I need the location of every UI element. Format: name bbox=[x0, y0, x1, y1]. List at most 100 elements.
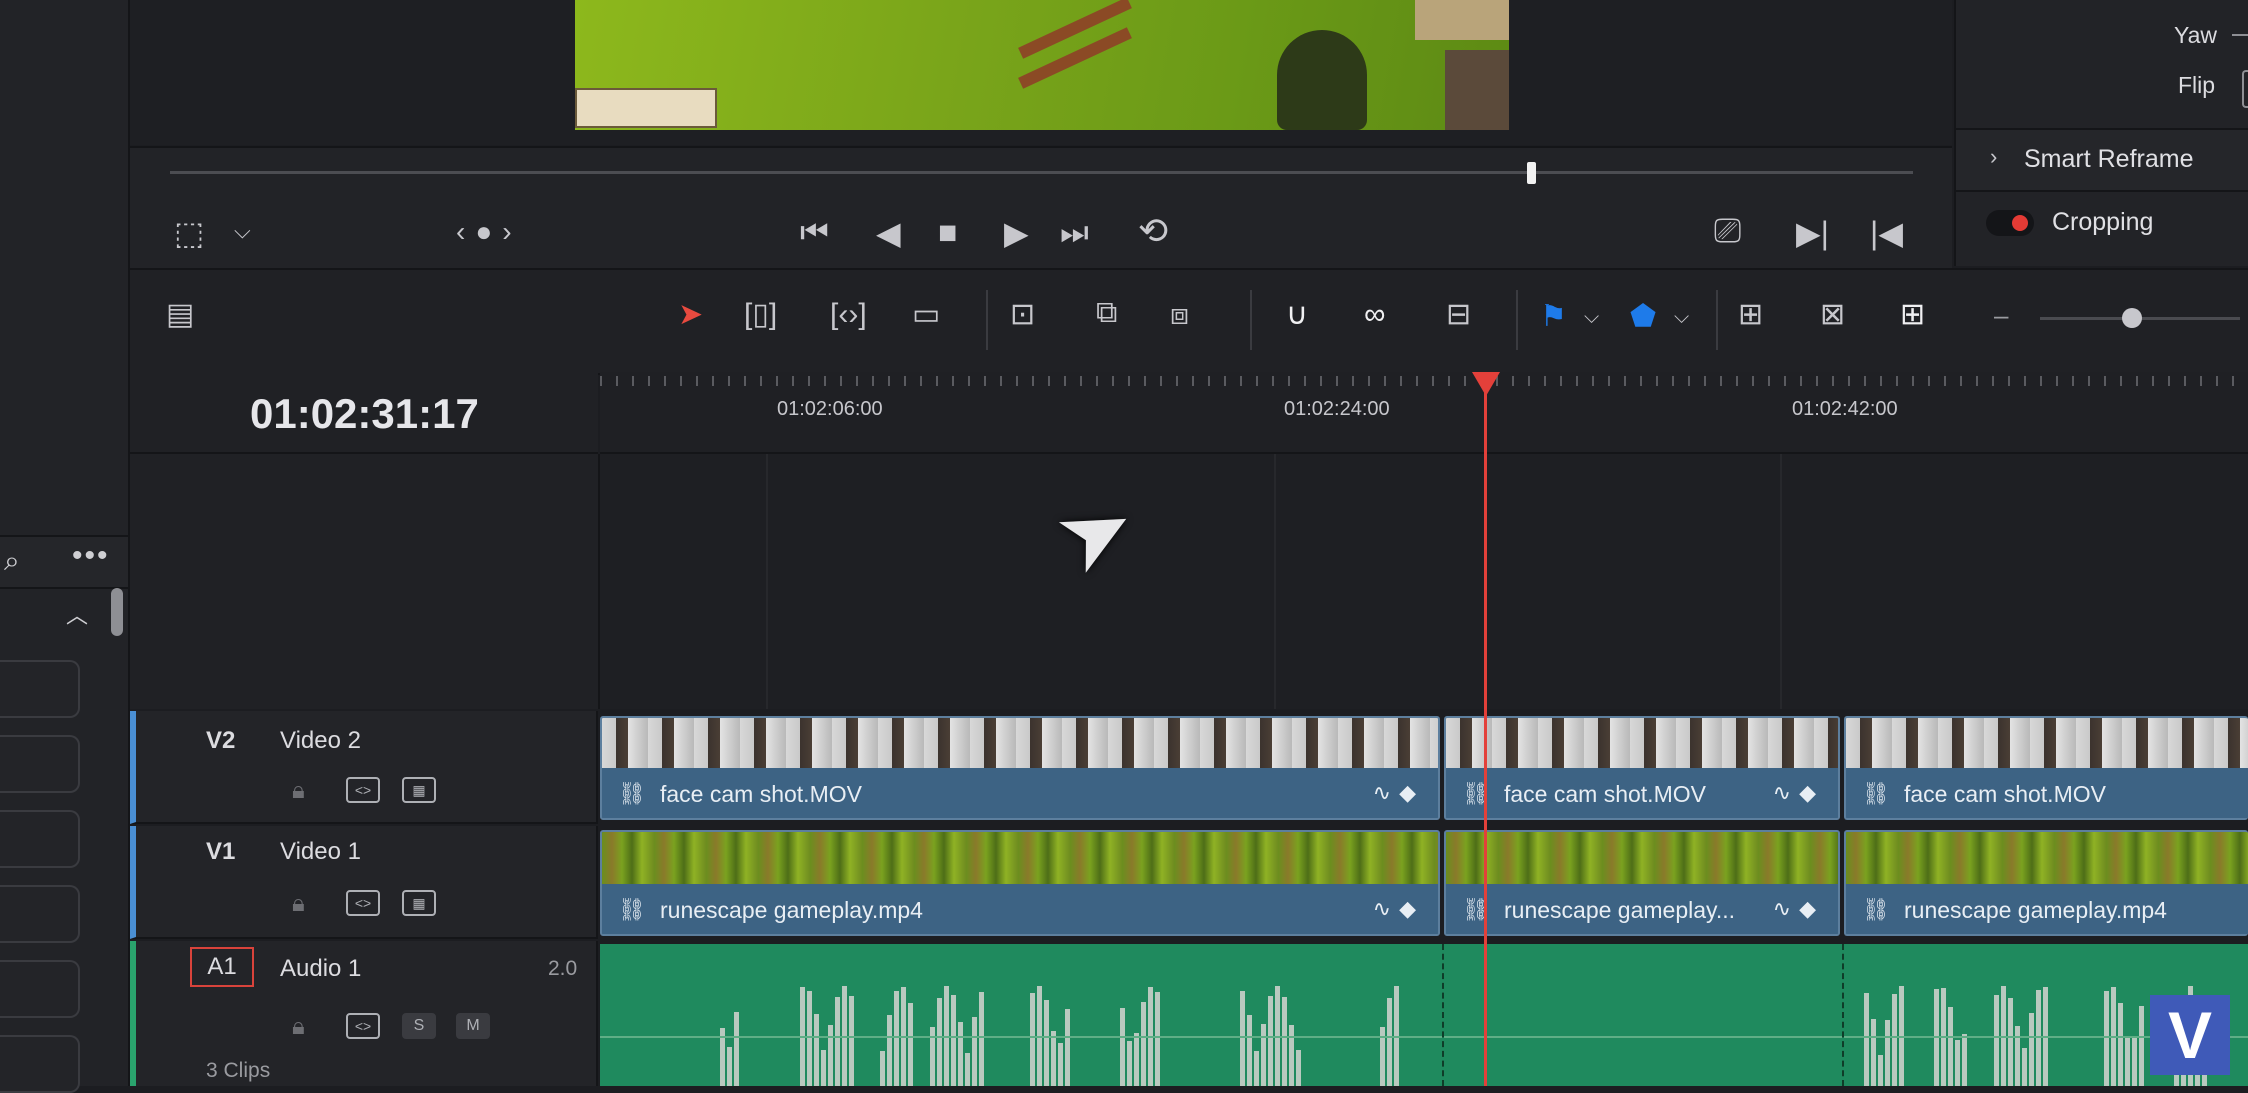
auto-track-select-icon[interactable]: <> bbox=[346, 777, 380, 803]
track-header-a1[interactable]: A1 Audio 1 2.0 🔒︎ <> S M 3 Clips bbox=[130, 941, 598, 1086]
marker-icon[interactable]: ⬟ bbox=[1630, 302, 1656, 332]
previous-next-nav-icon[interactable]: ‹●› bbox=[456, 216, 522, 248]
clip-count: 3 Clips bbox=[206, 1059, 271, 1082]
track-enable-icon[interactable]: ▦ bbox=[402, 890, 436, 916]
waveform-centerline bbox=[600, 1036, 1442, 1038]
stop-icon[interactable]: ■ bbox=[938, 214, 957, 251]
auto-track-select-icon[interactable]: <> bbox=[346, 1013, 380, 1039]
clip-curve-keyframe-icons[interactable]: ∿◆ bbox=[1373, 896, 1424, 922]
audio-clip[interactable] bbox=[1444, 944, 1844, 1086]
bin-item[interactable] bbox=[0, 735, 80, 793]
track-name[interactable]: Video 2 bbox=[280, 727, 361, 755]
timeline-timecode[interactable]: 01:02:31:17 bbox=[250, 390, 479, 438]
video-clip[interactable]: ⛓︎ runescape gameplay.mp4 bbox=[1844, 830, 2248, 936]
bin-item[interactable] bbox=[0, 960, 80, 1018]
chevron-up-icon[interactable]: ︿ bbox=[66, 598, 88, 630]
track-enable-icon[interactable]: ▦ bbox=[402, 777, 436, 803]
video-clip[interactable]: ⛓︎ face cam shot.MOV ∿◆ bbox=[600, 716, 1440, 820]
snapping-icon[interactable]: ∪ bbox=[1286, 300, 1308, 330]
video-clip[interactable]: ⛓︎ face cam shot.MOV bbox=[1844, 716, 2248, 820]
insert-clip-icon[interactable]: ⊡ bbox=[1010, 300, 1035, 330]
video-clip[interactable]: ⛓︎ runescape gameplay... ∿◆ bbox=[1444, 830, 1840, 936]
zoom-out-icon[interactable]: – bbox=[1994, 300, 2008, 331]
timeline-view-options-icon[interactable]: ▤ bbox=[166, 300, 194, 330]
clip-curve-keyframe-icons[interactable]: ∿◆ bbox=[1373, 780, 1424, 806]
waveform-centerline bbox=[1444, 1036, 1842, 1038]
track-name[interactable]: Video 1 bbox=[280, 838, 361, 866]
chevron-down-icon[interactable]: ⌵ bbox=[234, 218, 251, 244]
waveform-bar bbox=[1058, 1043, 1063, 1086]
playhead[interactable] bbox=[1484, 372, 1487, 1086]
track-header-empty-area bbox=[130, 454, 600, 709]
audio-clip[interactable] bbox=[600, 944, 1444, 1086]
play-reverse-icon[interactable]: ◀ bbox=[876, 214, 901, 252]
clip-name: runescape gameplay.mp4 bbox=[1904, 897, 2167, 923]
waveform-bar bbox=[1282, 996, 1287, 1086]
custom-zoom-icon[interactable]: ⊞ bbox=[1900, 300, 1925, 330]
waveform-bar bbox=[1155, 992, 1160, 1086]
waveform-bar bbox=[1141, 1001, 1146, 1086]
cropping-toggle[interactable] bbox=[1986, 210, 2034, 236]
waveform-bar bbox=[887, 1015, 892, 1086]
cropping-label: Cropping bbox=[2052, 208, 2154, 236]
clip-curve-keyframe-icons[interactable]: ∿◆ bbox=[1773, 896, 1824, 922]
solo-button[interactable]: S bbox=[402, 1013, 436, 1039]
track-header-v2[interactable]: V2 Video 2 🔒︎ <> ▦ bbox=[130, 711, 598, 824]
cropping-section[interactable]: Cropping bbox=[1956, 190, 2248, 254]
scrollbar[interactable] bbox=[111, 588, 123, 636]
viewer-scrubber[interactable] bbox=[170, 171, 1913, 174]
zoom-slider-handle[interactable] bbox=[2122, 308, 2142, 328]
replace-clip-icon[interactable]: ⧈ bbox=[1170, 300, 1189, 330]
bin-item[interactable] bbox=[0, 1035, 80, 1093]
playhead-handle[interactable] bbox=[1472, 372, 1500, 396]
bin-item[interactable] bbox=[0, 885, 80, 943]
chevron-down-icon[interactable]: ⌵ bbox=[1584, 306, 1599, 329]
position-lock-icon[interactable]: ⊟ bbox=[1446, 300, 1471, 330]
overwrite-clip-icon[interactable]: ⧉ bbox=[1096, 298, 1117, 328]
play-icon[interactable]: ▶ bbox=[1004, 214, 1029, 252]
more-options-icon[interactable]: ••• bbox=[72, 539, 110, 573]
trim-edit-icon[interactable]: [▯] bbox=[744, 300, 777, 330]
waveform-bar bbox=[1268, 996, 1273, 1086]
skip-to-start-icon[interactable]: ⏮ bbox=[800, 214, 829, 252]
flag-icon[interactable]: ⚑ bbox=[1540, 302, 1567, 332]
waveform-bar bbox=[1387, 997, 1392, 1086]
previous-edit-icon[interactable]: |◀ bbox=[1870, 214, 1903, 252]
game-chatbox bbox=[575, 88, 717, 128]
auto-track-select-icon[interactable]: <> bbox=[346, 890, 380, 916]
mute-button[interactable]: M bbox=[456, 1013, 490, 1039]
track-name[interactable]: Audio 1 bbox=[280, 955, 361, 983]
toolbar-separator bbox=[1516, 290, 1518, 350]
transform-icon[interactable]: ⬚ bbox=[174, 214, 204, 252]
chevron-down-icon[interactable]: ⌵ bbox=[1674, 306, 1689, 329]
track-id[interactable]: A1 bbox=[190, 947, 254, 987]
skip-to-end-icon[interactable]: ⏭ bbox=[1060, 214, 1089, 252]
scrubber-handle[interactable] bbox=[1527, 162, 1536, 184]
loop-icon[interactable]: ⟲ bbox=[1138, 210, 1168, 252]
dynamic-trim-icon[interactable]: [‹›] bbox=[830, 300, 867, 330]
selection-tool-icon[interactable]: ➤ bbox=[678, 300, 703, 330]
smart-reframe-section[interactable]: › Smart Reframe bbox=[1956, 128, 2248, 192]
clip-curve-keyframe-icons[interactable]: ∿◆ bbox=[1773, 780, 1824, 806]
lock-icon[interactable]: 🔒︎ bbox=[292, 1013, 305, 1041]
flip-toggle[interactable] bbox=[2242, 70, 2248, 108]
lock-icon[interactable]: 🔒︎ bbox=[292, 890, 305, 918]
linked-selection-icon[interactable]: ∞ bbox=[1364, 300, 1385, 330]
yaw-slider[interactable] bbox=[2232, 34, 2248, 36]
waveform-bar bbox=[951, 994, 956, 1086]
waveform-bar bbox=[2139, 1005, 2144, 1086]
bin-item[interactable] bbox=[0, 810, 80, 868]
match-frame-icon[interactable]: ⎚ bbox=[1714, 212, 1741, 251]
detail-zoom-icon[interactable]: ⊠ bbox=[1820, 300, 1845, 330]
video-clip[interactable]: ⛓︎ runescape gameplay.mp4 ∿◆ bbox=[600, 830, 1440, 936]
track-header-v1[interactable]: V1 Video 1 🔒︎ <> ▦ bbox=[130, 826, 598, 939]
clip-name: face cam shot.MOV bbox=[1504, 781, 1706, 807]
lock-icon[interactable]: 🔒︎ bbox=[292, 777, 305, 805]
next-edit-icon[interactable]: ▶| bbox=[1796, 214, 1829, 252]
bin-item[interactable] bbox=[0, 660, 80, 718]
video-clip[interactable]: ⛓︎ face cam shot.MOV ∿◆ bbox=[1444, 716, 1840, 820]
timeline-empty-track-area[interactable] bbox=[600, 454, 2248, 709]
search-icon[interactable]: ⌕ bbox=[4, 545, 20, 578]
full-extent-zoom-icon[interactable]: ⊞ bbox=[1738, 300, 1763, 330]
blade-tool-icon[interactable]: ▭ bbox=[912, 300, 940, 330]
